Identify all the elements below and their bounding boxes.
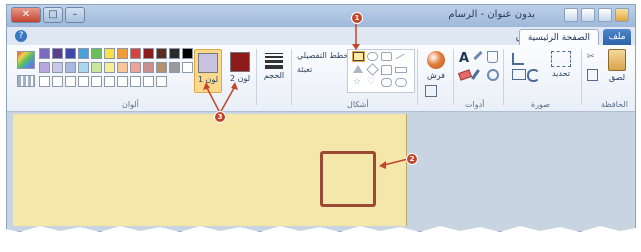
callout-arrows bbox=[203, 24, 409, 169]
arrow-3a-head bbox=[203, 82, 210, 90]
callout-2: 2 bbox=[406, 153, 418, 165]
callout-3: 3 bbox=[214, 111, 226, 123]
arrow-3a-line bbox=[206, 87, 221, 114]
arrow-1-head bbox=[352, 44, 360, 50]
arrow-3b-head bbox=[231, 82, 238, 90]
arrow-2-head bbox=[379, 161, 386, 169]
arrow-2-line bbox=[383, 158, 409, 166]
callout-1: 1 bbox=[351, 12, 363, 24]
arrow-3b-line bbox=[219, 87, 235, 114]
